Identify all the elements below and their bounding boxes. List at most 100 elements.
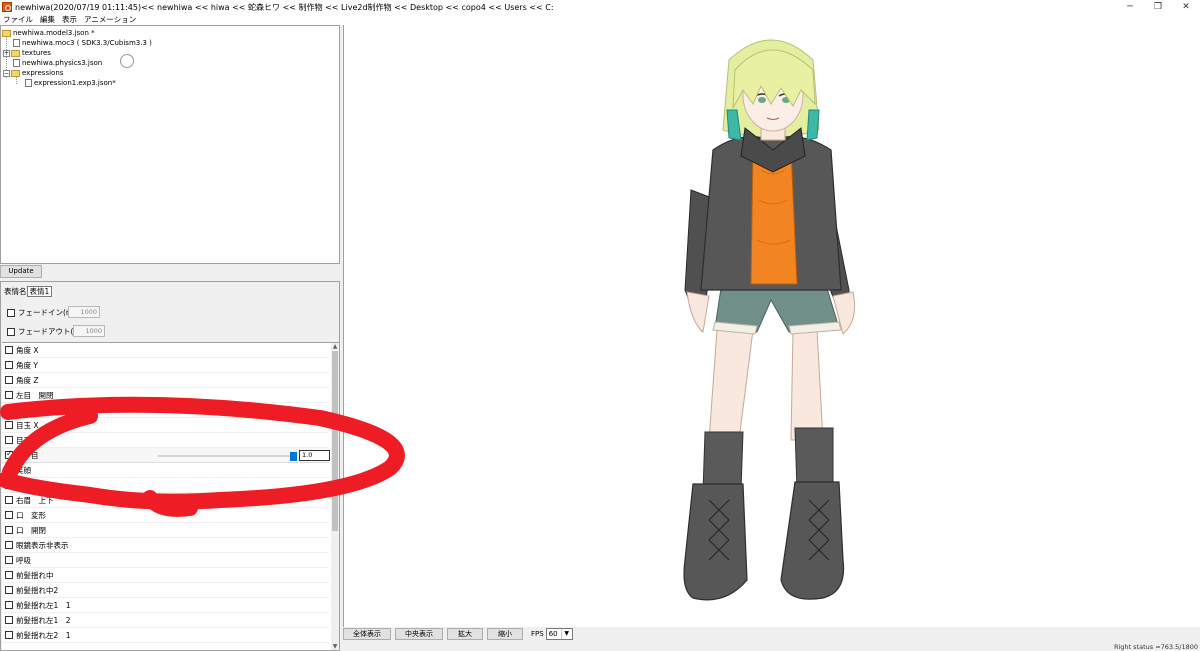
param-checkbox[interactable] (5, 361, 13, 369)
slider-thumb[interactable] (290, 452, 297, 461)
scroll-down-icon[interactable]: ▼ (331, 643, 339, 650)
param-row[interactable]: 右眉 上下 (2, 493, 329, 508)
fps-select[interactable]: 60 ▼ (545, 628, 573, 640)
param-checkbox[interactable] (5, 541, 13, 549)
param-row[interactable]: 目玉 Y (2, 433, 329, 448)
model-viewport[interactable] (343, 25, 1200, 627)
file-icon (13, 59, 20, 67)
param-row[interactable]: 右目 開閉 (2, 403, 329, 418)
param-row[interactable]: 眼鏡表示非表示 (2, 538, 329, 553)
collapse-icon[interactable]: − (3, 69, 10, 77)
param-row[interactable]: 左眉 上下 (2, 478, 329, 493)
status-text: Right status =763.5/1800 (1113, 643, 1198, 651)
minimize-icon[interactable]: ─ (1116, 0, 1144, 14)
close-icon[interactable]: ✕ (1172, 0, 1200, 14)
param-label: 目玉 X (16, 420, 39, 430)
param-row[interactable]: 角度 X (2, 343, 329, 358)
param-row[interactable]: 前髪揺れ中2 (2, 583, 329, 598)
fps-value: 60 (548, 630, 558, 638)
param-checkbox[interactable] (5, 466, 13, 474)
param-checkbox-checked[interactable] (5, 449, 13, 459)
param-checkbox[interactable] (5, 421, 13, 429)
param-checkbox[interactable] (5, 571, 13, 579)
param-row-active[interactable]: ジト目 1.0 (2, 448, 330, 463)
tree-item-label: newhiwa.moc3 ( SDK3.3/Cubism3.3 ) (22, 39, 152, 47)
param-row[interactable]: 角度 Z (2, 373, 329, 388)
param-checkbox[interactable] (5, 481, 13, 489)
param-label: 右目 開閉 (16, 405, 54, 415)
menu-animation[interactable]: アニメーション (81, 14, 140, 25)
chevron-down-icon[interactable]: ▼ (560, 629, 572, 639)
parameter-scrollbar[interactable]: ▲ ▼ (331, 343, 339, 650)
fps-label: FPS (531, 630, 544, 638)
param-checkbox[interactable] (5, 631, 13, 639)
file-tree: newhiwa.model3.json * newhiwa.moc3 ( SDK… (0, 25, 340, 264)
scroll-thumb[interactable] (332, 351, 338, 531)
fade-out-field[interactable]: 1000 (73, 325, 105, 337)
param-checkbox[interactable] (5, 376, 13, 384)
param-row[interactable]: 口 変形 (2, 508, 329, 523)
expression-name-field[interactable]: 表情1 (26, 285, 53, 297)
param-label: 左目 開閉 (16, 390, 54, 400)
param-row[interactable]: 前髪揺れ中 (2, 568, 329, 583)
param-checkbox[interactable] (5, 496, 13, 504)
param-label: 笑顔 (16, 465, 31, 475)
tree-item-model[interactable]: newhiwa.model3.json * (2, 28, 95, 38)
param-label: 角度 Y (16, 360, 38, 370)
zoom-in-button[interactable]: 拡大 (447, 628, 483, 640)
param-row[interactable]: 前髪揺れ左1 2 (2, 613, 329, 628)
param-checkbox[interactable] (5, 436, 13, 444)
tree-item-moc[interactable]: newhiwa.moc3 ( SDK3.3/Cubism3.3 ) (13, 38, 152, 48)
param-row[interactable]: 目玉 X (2, 418, 329, 433)
param-checkbox[interactable] (5, 556, 13, 564)
fade-in-checkbox[interactable] (7, 308, 15, 317)
param-value-field[interactable]: 1.0 (299, 450, 330, 461)
param-label: 前髪揺れ中2 (16, 585, 59, 595)
param-label: 右眉 上下 (16, 495, 54, 505)
expression-name-row: 表情名 表情1 (4, 285, 53, 297)
param-checkbox[interactable] (5, 601, 13, 609)
param-row[interactable]: 前髪揺れ左1 1 (2, 598, 329, 613)
left-panel: newhiwa.model3.json * newhiwa.moc3 ( SDK… (0, 25, 341, 651)
param-row[interactable]: 口 開閉 (2, 523, 329, 538)
scroll-up-icon[interactable]: ▲ (331, 343, 339, 351)
menu-file[interactable]: ファイル (0, 14, 37, 25)
file-icon (25, 79, 32, 87)
slider-track (158, 455, 294, 457)
tree-item-expression-file[interactable]: expression1.exp3.json* (25, 78, 116, 88)
param-checkbox[interactable] (5, 586, 13, 594)
menu-view[interactable]: 表示 (59, 14, 81, 25)
tree-item-label: newhiwa.physics3.json (22, 59, 103, 67)
zoom-out-button[interactable]: 縮小 (487, 628, 523, 640)
update-button[interactable]: Update (0, 265, 42, 278)
param-row[interactable]: 呼吸 (2, 553, 329, 568)
param-checkbox[interactable] (5, 616, 13, 624)
param-checkbox[interactable] (5, 346, 13, 354)
param-row[interactable]: 角度 Y (2, 358, 329, 373)
fade-out-checkbox[interactable] (7, 327, 15, 336)
cursor-indicator (120, 54, 134, 68)
folder-icon (2, 29, 11, 37)
param-checkbox[interactable] (5, 406, 13, 414)
param-checkbox[interactable] (5, 526, 13, 534)
tree-item-physics[interactable]: newhiwa.physics3.json (13, 58, 102, 68)
param-checkbox[interactable] (5, 511, 13, 519)
file-icon (13, 39, 20, 47)
param-slider[interactable] (158, 452, 298, 461)
param-row[interactable]: 前髪揺れ左2 1 (2, 628, 329, 643)
window-title: newhiwa(2020/07/19 01:11:45)<< newhiwa <… (15, 2, 554, 12)
fade-in-field[interactable]: 1000 (68, 306, 100, 318)
tree-item-expressions[interactable]: − expressions (3, 68, 63, 78)
fit-all-button[interactable]: 全体表示 (343, 628, 391, 640)
expand-icon[interactable]: + (3, 49, 10, 57)
character-model (683, 39, 856, 601)
param-row[interactable]: 左目 開閉 (2, 388, 329, 403)
restore-icon[interactable]: ❐ (1144, 0, 1172, 14)
center-button[interactable]: 中央表示 (395, 628, 443, 640)
menu-edit[interactable]: 編集 (37, 14, 59, 25)
tree-item-textures[interactable]: + textures (3, 48, 51, 58)
param-checkbox[interactable] (5, 391, 13, 399)
tree-item-label: textures (22, 49, 51, 57)
param-row[interactable]: 笑顔 (2, 463, 329, 478)
expression-editor: 表情名 表情1 フェードイン(ms) 1000 フェードアウト(ms) 1000… (0, 281, 340, 651)
